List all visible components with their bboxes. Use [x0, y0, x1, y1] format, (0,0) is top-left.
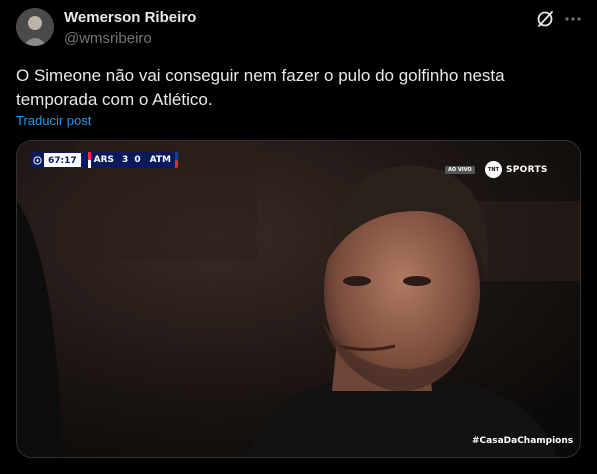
- scoreboard: 67:17 ARS 3 0 ATM: [31, 152, 178, 168]
- home-team: ARS: [93, 155, 115, 165]
- grok-icon[interactable]: [534, 8, 556, 30]
- away-score: 0: [134, 155, 141, 165]
- home-score: 3: [122, 155, 129, 165]
- broadcaster-logo: TNT SPORTS: [485, 161, 548, 178]
- tnt-mark: TNT: [485, 161, 502, 178]
- author-handle[interactable]: @wmsribeiro: [64, 29, 196, 49]
- hashtag-overlay: #CasaDaChampions: [472, 436, 574, 446]
- author-display-name[interactable]: Wemerson Ribeiro: [64, 8, 196, 27]
- champions-league-icon: [31, 152, 43, 168]
- tweet: Wemerson Ribeiro @wmsribeiro O Simeone n…: [0, 0, 597, 474]
- tweet-text: O Simeone não vai conseguir nem fazer o …: [16, 66, 505, 109]
- tweet-media[interactable]: 67:17 ARS 3 0 ATM AO VIVO TNT SPORTS #Ca…: [16, 140, 581, 458]
- avatar[interactable]: [16, 8, 54, 46]
- away-team: ATM: [149, 155, 171, 165]
- coach-photo: [17, 141, 580, 457]
- broadcaster-name: SPORTS: [506, 164, 548, 175]
- author-block: Wemerson Ribeiro @wmsribeiro: [64, 8, 196, 49]
- live-badge: AO VIVO: [445, 166, 475, 174]
- more-horizontal-icon[interactable]: [562, 8, 584, 30]
- match-clock: 67:17: [43, 152, 82, 168]
- translate-post-link[interactable]: Traducir post: [16, 113, 91, 128]
- away-team-color: [174, 152, 178, 168]
